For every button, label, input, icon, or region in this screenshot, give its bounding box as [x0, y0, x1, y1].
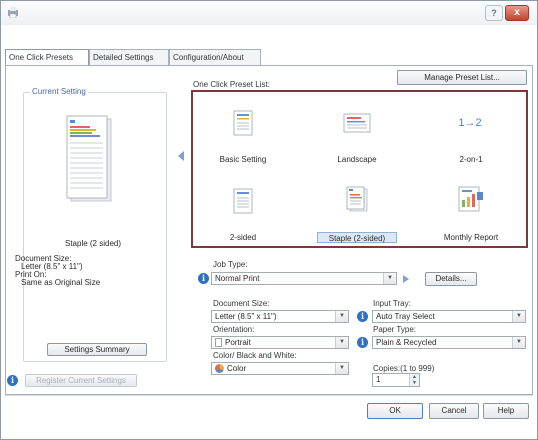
preset-2-on-1[interactable]: 2-on-1: [426, 154, 516, 165]
paper-type-select[interactable]: Plain & Recycled ▼: [372, 336, 526, 349]
title-bar: ? x: [1, 1, 537, 25]
orientation-label: Orientation:: [213, 325, 255, 334]
two-on-one-icon[interactable]: 1→2: [453, 110, 487, 136]
report-icon[interactable]: [457, 186, 485, 212]
preset-2-sided[interactable]: 2-sided: [198, 232, 288, 243]
stapled-document-icon[interactable]: [345, 186, 369, 212]
preset-landscape[interactable]: Landscape: [312, 154, 402, 165]
chevron-down-icon: ▼: [512, 311, 525, 322]
document-size-value: Letter (8.5" x 11"): [215, 312, 277, 321]
color-mode-value: Color: [227, 364, 247, 373]
tab-configuration-about[interactable]: Configuration/About: [169, 49, 261, 66]
help-button[interactable]: Help: [483, 403, 529, 419]
right-arrow-icon: [403, 275, 409, 283]
chevron-down-icon: ▼: [335, 363, 348, 374]
orientation-select[interactable]: Portrait ▼: [211, 336, 349, 349]
preset-monthly-report[interactable]: Monthly Report: [426, 232, 516, 243]
job-type-value: Normal Print: [215, 274, 260, 283]
chevron-down-icon: ▼: [335, 337, 348, 348]
copies-label: Copies:(1 to 999): [373, 364, 435, 373]
document-icon[interactable]: [231, 110, 255, 136]
chevron-down-icon: ▼: [512, 337, 525, 348]
paper-type-label: Paper Type:: [373, 325, 416, 334]
document-size-label: Document Size:: [213, 299, 270, 308]
color-palette-icon: [215, 364, 224, 374]
document-icon[interactable]: [231, 188, 255, 214]
paper-type-value: Plain & Recycled: [376, 338, 437, 347]
document-size-select[interactable]: Letter (8.5" x 11") ▼: [211, 310, 349, 323]
chevron-down-icon: ▼: [383, 273, 396, 284]
input-tray-select[interactable]: Auto Tray Select ▼: [372, 310, 526, 323]
portrait-icon: [215, 338, 222, 348]
preset-basic-setting[interactable]: Basic Setting: [198, 154, 288, 165]
settings-summary-button[interactable]: Settings Summary: [47, 343, 147, 356]
input-tray-label: Input Tray:: [373, 299, 411, 308]
current-document-preview: [66, 115, 112, 202]
spin-arrows-icon[interactable]: ▲ ▼: [409, 374, 419, 386]
preset-list-label: One Click Preset List:: [193, 80, 270, 89]
landscape-document-icon[interactable]: [343, 110, 371, 136]
color-mode-label: Color/ Black and White:: [213, 351, 297, 360]
printer-preferences-window: ? x One Click Presets Detailed Settings …: [0, 0, 538, 440]
manage-preset-list-button[interactable]: Manage Preset List...: [397, 70, 527, 85]
copies-value: 1: [376, 375, 381, 384]
details-button[interactable]: Details...: [425, 272, 477, 286]
copies-stepper[interactable]: 1 ▲ ▼: [372, 373, 420, 387]
current-document-info: Document Size: Letter (8.5" x 11") Print…: [15, 255, 100, 287]
cancel-button[interactable]: Cancel: [429, 403, 479, 419]
job-type-label: Job Type:: [213, 260, 248, 269]
job-type-select[interactable]: Normal Print ▼: [211, 272, 397, 285]
chevron-down-icon: ▼: [335, 311, 348, 322]
info-icon: i: [357, 337, 368, 348]
current-preset-name: Staple (2 sided): [64, 239, 122, 248]
title-close-button[interactable]: x: [505, 5, 529, 21]
footer-divider: [5, 395, 533, 396]
info-icon: i: [357, 311, 368, 322]
ok-button[interactable]: OK: [367, 403, 423, 419]
left-arrow-icon[interactable]: [178, 151, 184, 161]
register-current-settings-button[interactable]: Register Current Settings: [25, 374, 137, 387]
printer-app-icon: [8, 7, 18, 18]
preset-staple-2-sided[interactable]: Staple (2-sided): [317, 232, 397, 243]
orientation-value: Portrait: [225, 338, 251, 347]
info-icon: i: [7, 375, 18, 386]
color-mode-select[interactable]: Color ▼: [211, 362, 349, 375]
title-help-button[interactable]: ?: [485, 5, 503, 21]
info-icon: i: [198, 273, 209, 284]
current-setting-caption: Current Setting: [30, 87, 88, 96]
print-on-info-value: Same as Original Size: [21, 278, 101, 287]
tab-detailed-settings[interactable]: Detailed Settings: [89, 49, 169, 66]
preset-list[interactable]: Basic Setting Landscape 1→2 2-on-1 2-sid…: [191, 90, 528, 248]
input-tray-value: Auto Tray Select: [376, 312, 435, 321]
